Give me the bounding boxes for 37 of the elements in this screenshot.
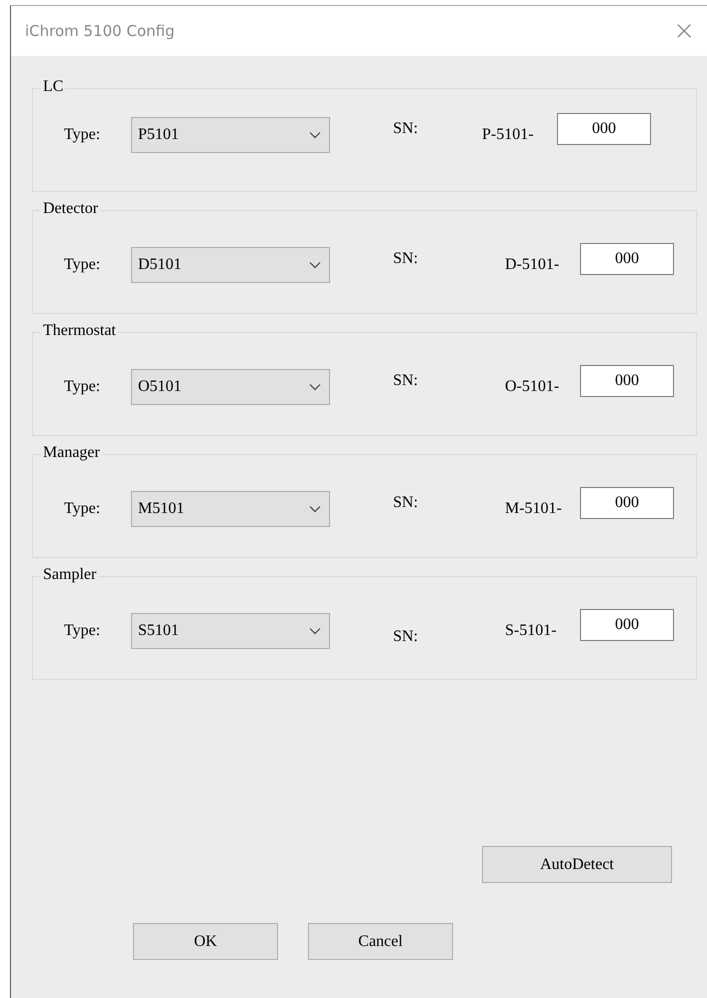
chevron-down-icon: [309, 383, 321, 391]
chevron-down-icon: [309, 505, 321, 513]
sn-prefix: M-5101-: [505, 500, 563, 518]
type-dropdown[interactable]: D5101: [131, 247, 330, 283]
sn-input-field[interactable]: 000: [580, 243, 674, 275]
sn-input-field[interactable]: 000: [580, 609, 674, 641]
type-label: Type:: [64, 500, 102, 518]
group-title: Manager: [41, 444, 102, 462]
type-label: Type:: [64, 256, 102, 274]
autodetect-button[interactable]: AutoDetect: [482, 846, 672, 883]
sn-label: SN:: [393, 250, 419, 268]
chevron-down-icon: [309, 131, 321, 139]
type-dropdown[interactable]: M5101: [131, 491, 330, 527]
sn-label: SN:: [393, 494, 419, 512]
sn-label: SN:: [393, 628, 419, 646]
sn-prefix: P-5101-: [482, 126, 535, 144]
type-label: Type:: [64, 126, 102, 144]
sn-prefix: S-5101-: [505, 622, 558, 640]
sn-label: SN:: [393, 120, 419, 138]
sn-input-field[interactable]: 000: [557, 113, 651, 145]
group-title: Sampler: [41, 566, 98, 584]
type-dropdown[interactable]: S5101: [131, 613, 330, 649]
type-dropdown[interactable]: P5101: [131, 117, 330, 153]
dialog-button[interactable]: OK: [133, 923, 278, 960]
close-button[interactable]: ×: [669, 18, 699, 44]
sn-input-field[interactable]: 000: [580, 365, 674, 397]
sn-prefix: O-5101-: [505, 378, 560, 396]
dialog-button[interactable]: Cancel: [308, 923, 453, 960]
type-label: Type:: [64, 622, 102, 640]
window-title: iChrom 5100 Config: [25, 22, 175, 40]
sn-input-field[interactable]: 000: [580, 487, 674, 519]
sn-label: SN:: [393, 372, 419, 390]
type-label: Type:: [64, 378, 102, 396]
chevron-down-icon: [309, 261, 321, 269]
chevron-down-icon: [309, 627, 321, 635]
type-dropdown[interactable]: O5101: [131, 369, 330, 405]
sn-prefix: D-5101-: [505, 256, 560, 274]
